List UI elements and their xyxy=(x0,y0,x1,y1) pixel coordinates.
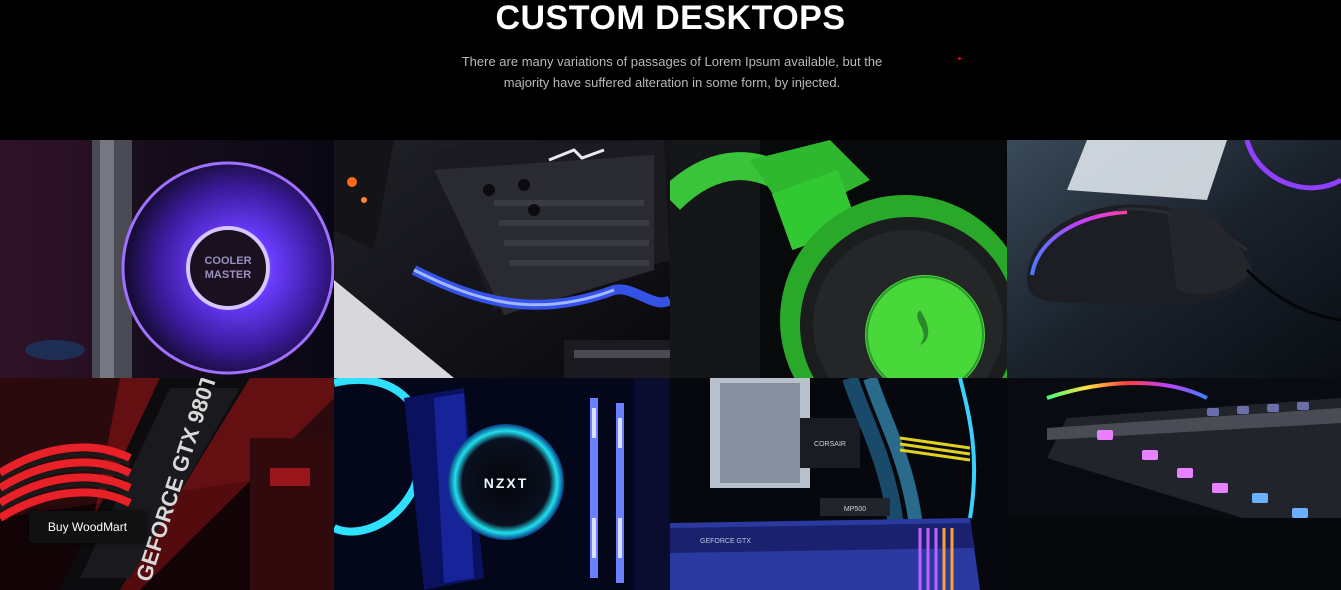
custom-desktops-section: CUSTOM DESKTOPS There are many variation… xyxy=(0,0,1341,590)
corsair-logo: CORSAIR xyxy=(814,441,846,448)
gallery-item-pc-interior[interactable]: CORSAIR MP500 GEFORCE GTX xyxy=(670,378,1007,590)
rgb-keyboard-image xyxy=(1007,378,1341,590)
cpu-cooler-image xyxy=(334,140,670,378)
product-gallery: COOLER MASTER GEFORCE GTX 980Ti NZXT COR… xyxy=(0,140,1341,590)
gallery-item-headset[interactable] xyxy=(670,140,1007,378)
section-subtitle: There are many variations of passages of… xyxy=(460,51,884,93)
gpu-label: GEFORCE GTX xyxy=(700,538,751,545)
liquid-cooler-image: NZXT xyxy=(334,378,670,590)
gallery-item-rgb-keyboard[interactable] xyxy=(1007,378,1341,590)
subtitle-line-2: majority have suffered alteration in som… xyxy=(503,75,841,90)
gallery-item-liquid-cooler[interactable]: NZXT xyxy=(334,378,670,590)
pc-interior-image: CORSAIR MP500 GEFORCE GTX xyxy=(670,378,1007,590)
case-fan-image: COOLER MASTER xyxy=(0,140,334,378)
section-title: CUSTOM DESKTOPS xyxy=(495,0,846,37)
subtitle-line-1: There are many variations of passages of… xyxy=(461,54,883,69)
headset-image xyxy=(670,140,1007,378)
gallery-item-cpu-cooler[interactable] xyxy=(334,140,670,378)
fan-logo-line-1: COOLER xyxy=(204,255,251,267)
gallery-item-gaming-mouse[interactable] xyxy=(1007,140,1341,378)
nzxt-logo: NZXT xyxy=(484,475,529,491)
buy-woodmart-button[interactable]: Buy WoodMart xyxy=(29,511,146,543)
section-header: CUSTOM DESKTOPS There are many variation… xyxy=(0,0,1341,140)
gallery-item-graphics-card[interactable]: GEFORCE GTX 980Ti xyxy=(0,378,334,590)
gaming-mouse-image xyxy=(1007,140,1341,378)
graphics-card-image: GEFORCE GTX 980Ti xyxy=(0,378,334,590)
fan-logo-line-2: MASTER xyxy=(205,269,252,281)
ssd-label: MP500 xyxy=(844,506,866,513)
accent-dot xyxy=(958,57,961,60)
gallery-item-case-fan[interactable]: COOLER MASTER xyxy=(0,140,334,378)
